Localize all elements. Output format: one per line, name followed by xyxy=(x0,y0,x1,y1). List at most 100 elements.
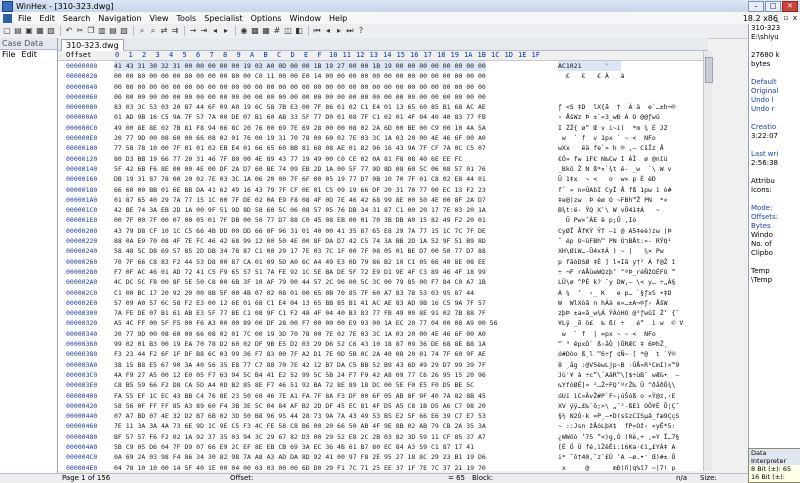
print-icon[interactable]: ▦ xyxy=(35,26,45,36)
paste-icon[interactable]: ▥ xyxy=(97,26,107,36)
hex-editor-view[interactable]: Offset 0 1 2 3 4 5 6 7 8 9 A B C D E F 10 11 12 13 14 15 16 17 1… xyxy=(58,51,708,471)
row-hex-bytes[interactable]: C8 B5 59 66 F2 D8 CA 5D A4 0D B2 85 8E F… xyxy=(114,380,474,390)
hex-row[interactable]: 00000020 00 00 80 00 00 00 80 00 00 00 80… xyxy=(58,71,708,81)
copy-icon[interactable]: ❐ xyxy=(86,26,96,36)
menu-tools[interactable]: Tools xyxy=(173,14,201,23)
row-hex-bytes[interactable]: 43 79 D8 CF 10 1C C5 66 4B DD 00 DD 66 0… xyxy=(114,226,486,236)
first-icon[interactable]: ⏮ xyxy=(312,26,322,36)
hex-row[interactable]: 00000380 F3 23 44 F2 6F 1F DF B8 6C 03 99… xyxy=(58,349,708,359)
row-hex-bytes[interactable]: 58 56 0F FF FF 85 A3 89 60 F4 3B 3E 5C 0… xyxy=(114,401,486,411)
new-file-icon[interactable]: ▢ xyxy=(2,26,12,36)
row-hex-bytes[interactable]: 66 60 00 BB 01 6E BB DA 41 62 49 16 43 7… xyxy=(114,185,486,195)
row-text[interactable]: CyØÏ ÅfKÝ Ýf –1 @ A5‡eè)zw |Þ xyxy=(558,226,672,236)
edit-block-icon[interactable]: ▨ xyxy=(119,26,129,36)
row-hex-bytes[interactable]: BF 57 57 F6 F2 02 1A 92 37 35 03 94 3C 2… xyxy=(114,432,486,442)
hex-row[interactable]: 00000400 FA 55 EF 1C EC 43 BB C4 76 8E 23… xyxy=(58,391,708,401)
hex-row[interactable]: 00000000 41 43 31 30 32 31 00 00 00 00 00… xyxy=(58,61,708,71)
hex-row[interactable]: 000002C0 C1 00 BC 17 20 92 20 00 8B 5F 00… xyxy=(58,288,708,298)
hex-row[interactable]: 000002E0 57 09 A0 57 6C 58 F2 E3 00 12 6E… xyxy=(58,298,708,308)
row-hex-bytes[interactable]: 7A FE DE 07 B1 61 AB E3 5F 77 BE C1 08 9… xyxy=(114,308,486,318)
hex-row[interactable]: 00000220 88 0A E9 70 08 4F 7E FC 46 42 68… xyxy=(58,236,708,246)
open-ram-icon[interactable]: ▩ xyxy=(250,26,260,36)
row-text[interactable]: ­› ÅšWz Þ ±`«3_wÐ Á O @@ƒwû xyxy=(558,112,660,122)
row-hex-bytes[interactable]: 20 77 9D 00 08 60 00 66 08 02 01 7C 00 1… xyxy=(114,329,486,339)
case-menu-file[interactable]: File xyxy=(2,50,15,60)
mdi-minimize-icon[interactable]: _ xyxy=(773,14,781,22)
hex-row[interactable]: 00000100 77 58 78 10 00 7F 01 01 02 EB E4… xyxy=(58,143,708,153)
hex-row[interactable]: 00000240 58 48 5C D8 69 57 85 2D DB 34 78… xyxy=(58,246,708,256)
row-text[interactable]: úUï ìC»ÄvŽ#P`F~¡úŠóß o «Ÿ@z‚‹E xyxy=(558,391,675,401)
row-text[interactable]: Û 1‡x ~ < o w× p È èD xyxy=(558,174,656,184)
goto-offset-icon[interactable]: → xyxy=(188,26,198,36)
row-text[interactable]: €Ó» fw 1F€ N‰Cw I ÀÎ ø @nîü xyxy=(558,154,668,164)
undo-icon[interactable]: ↶ xyxy=(64,26,74,36)
hex-row[interactable]: 00000180 66 60 00 BB 01 6E BB DA 41 62 49… xyxy=(58,185,708,195)
row-text[interactable]: f` » n»ÚAbI CyÏ Å fß 1pw ì ò# xyxy=(558,185,672,195)
hex-row[interactable]: 00000320 A5 4C FF 00 5F F5 00 F6 A3 00 00… xyxy=(58,318,708,328)
row-text[interactable]: ‡e@)zw Þ éø O ~FBh™Ž PN *× xyxy=(558,195,668,205)
row-text[interactable]: p fȃòDSØ ‡Ê ] l¤Iã y†² Á f@Ž î xyxy=(558,257,675,267)
row-hex-bytes[interactable]: 41 43 31 30 32 31 00 00 00 00 00 19 03 A… xyxy=(114,61,486,71)
find-next-icon[interactable]: ⇉ xyxy=(170,26,180,36)
row-text[interactable]: XH\ØiW…-Û4x‡Á ) ~ | ¾× Pw׈ xyxy=(558,246,664,256)
close-icon[interactable]: ✕ xyxy=(782,1,798,12)
hex-row[interactable]: 000004C0 0A 69 2A 03 98 F4 86 34 30 82 98… xyxy=(58,452,708,462)
row-text[interactable]: LÜ\ø ^PÈ k? ¯y DW,– \< y… ÷„À§ xyxy=(558,277,675,287)
hex-row[interactable]: 00000440 07 A7 BD 07 4E 32 D2 B7 6B 02 3D… xyxy=(58,411,708,421)
row-text[interactable]: §½ N2Ò·k =P¸–•D(sšzCISµâ_fæ9ÇçS xyxy=(558,411,679,421)
row-hex-bytes[interactable]: 01 87 65 40 29 7A 77 15 1C 00 7F DE 02 0… xyxy=(114,195,486,205)
properties-icon[interactable]: ▧ xyxy=(46,26,56,36)
row-hex-bytes[interactable]: 70 7F 66 C8 83 F2 44 53 D8 00 87 CA 01 0… xyxy=(114,257,486,267)
hex-row[interactable]: 00000280 F7 0F AC 46 01 AD 72 41 C5 F9 65… xyxy=(58,267,708,277)
row-hex-bytes[interactable]: FA 55 EF 1C EC 43 BB C4 76 8E 23 50 60 4… xyxy=(114,391,486,401)
hex-row[interactable]: 000004A0 5B C9 05 D6 04 7F D9 07 66 E9 2C… xyxy=(58,442,708,452)
hash-icon[interactable]: # xyxy=(272,26,282,36)
hex-rows[interactable]: 00000000 41 43 31 30 32 31 00 00 00 00 00… xyxy=(58,61,708,471)
row-text[interactable]: B¾t:ë- ŸQ X`\ W vÛ41‡Á ~ xyxy=(558,205,668,215)
row-hex-bytes[interactable]: 49 00 8E 8E 02 7B 81 F8 94 06 8C 20 76 0… xyxy=(114,123,486,133)
hex-row[interactable]: 00000340 20 77 9D 00 08 60 00 66 08 02 01… xyxy=(58,329,708,339)
row-text[interactable]: XV ÿÿ…£‰`ô;>\ „¯²-ßEì OÕ¥È Õ¦Ç˜ xyxy=(558,401,683,411)
compare-icon[interactable]: ◧ xyxy=(294,26,304,36)
row-text[interactable]: AC1021 ' xyxy=(558,61,621,71)
prev-icon[interactable]: ◂ xyxy=(323,26,333,36)
row-hex-bytes[interactable]: 04 78 10 10 00 14 5F 40 1E 00 04 00 03 0… xyxy=(114,463,486,471)
row-hex-bytes[interactable]: 7E 11 3A 3A 4A 73 6E 9D 1C 9E C5 F3 4C F… xyxy=(114,421,486,431)
hex-row[interactable]: 000004E0 04 78 10 10 00 14 5F 40 1E 00 04… xyxy=(58,463,708,471)
row-hex-bytes[interactable]: 01 AD 9B 16 C5 9A 7F 57 7A 00 DE 07 B1 6… xyxy=(114,112,486,122)
row-hex-bytes[interactable]: 4A F9 27 A5 00 12 E0 05 F7 63 94 5C B4 4… xyxy=(114,370,486,380)
row-hex-bytes[interactable]: 77 58 78 10 00 7F 01 01 02 EB E4 01 66 6… xyxy=(114,143,486,153)
row-text[interactable]: W WlXòã n hÁä e»…±A¬®ƒ­› ÅšW xyxy=(558,298,668,308)
menu-specialist[interactable]: Specialist xyxy=(200,14,246,23)
row-hex-bytes[interactable]: 07 A7 BD 07 4E 32 D2 B7 6B 02 3D 50 B8 9… xyxy=(114,411,486,421)
row-text[interactable]: Á ¼ ’ ‹_ K e p… `§ƒxS •‡D xyxy=(558,288,672,298)
hex-row[interactable]: 00000160 DB 19 31 87 78 00 20 02 7E 03 3C… xyxy=(58,174,708,184)
back-icon[interactable]: ◂ xyxy=(210,26,220,36)
hex-row[interactable]: 00000360 99 02 01 B3 00 19 EA 70 78 D2 60… xyxy=(58,339,708,349)
row-hex-bytes[interactable]: F7 0F AC 46 01 AD 72 41 C5 F9 65 57 51 7… xyxy=(114,267,486,277)
hex-row[interactable]: 00000460 7E 11 3A 3A 4A 73 6E 9D 1C 9E C5… xyxy=(58,421,708,431)
hex-row[interactable]: 000002A0 4C DC 5C F8 00 8F 5E 50 C8 00 6B… xyxy=(58,277,708,287)
row-hex-bytes[interactable]: 38 15 B8 E5 67 90 3A 40 56 35 E8 77 C7 8… xyxy=(114,360,486,370)
paste-special-icon[interactable]: ▤ xyxy=(108,26,118,36)
row-text[interactable]: x _@ mÐ)ñ|q%î7 ~|7! p xyxy=(558,463,675,471)
row-hex-bytes[interactable]: 83 03 3C 53 03 20 87 44 6F 09 A0 19 6C 5… xyxy=(114,102,486,112)
row-text[interactable]: ¿WWöò ’75 ”<)g‚Ó )Rè,+ ‚=Y Ï…7§ xyxy=(558,432,679,442)
minimize-icon[interactable]: – xyxy=(748,1,764,12)
hex-row[interactable]: 00000040 00 00 00 00 00 00 00 00 00 00 00… xyxy=(58,82,708,92)
row-hex-bytes[interactable]: 88 0A E9 70 08 4F 7E FC 46 42 68 99 12 0… xyxy=(114,236,486,246)
hex-row[interactable]: 00000420 58 56 0F FF FF 85 A3 89 60 F4 3B… xyxy=(58,401,708,411)
hex-row[interactable]: 000000C0 49 00 8E 8E 02 7B 81 F8 94 06 8C… xyxy=(58,123,708,133)
hex-row[interactable]: 000003E0 C8 B5 59 66 F2 D8 CA 5D A4 0D B2… xyxy=(58,380,708,390)
row-text[interactable]: _Bkö Ž N ß*×`¾t ë- _w `\ W v xyxy=(558,164,672,174)
hex-row[interactable]: 00000300 7A FE DE 07 B1 61 AB E3 5F 77 BE… xyxy=(58,308,708,318)
row-text[interactable]: ÷ ¬F ­rAÅùeWQzþ’ ^ºÞ_réÑžOÉFO ™ xyxy=(558,267,675,277)
row-hex-bytes[interactable]: F3 23 44 F2 6F 1F DF B8 6C 03 99 36 F7 8… xyxy=(114,349,486,359)
row-text[interactable]: ¥Lÿ _õ ö£ ‰ ß( ÷ é“ ì w © V xyxy=(558,318,683,328)
row-text[interactable]: I ŽŽ{ ø” Œ v i~i( *m ¾ É JZ xyxy=(558,123,668,133)
row-hex-bytes[interactable]: 20 77 9D 00 08 60 00 66 08 02 01 76 00 1… xyxy=(114,133,486,143)
scrollbar-thumb[interactable] xyxy=(705,57,713,83)
row-text[interactable]: ˆ ép O~üFBh™ PN ÚרBÅt:»- RŸQ¹ xyxy=(558,236,671,246)
cut-icon[interactable]: ✂ xyxy=(75,26,85,36)
row-text[interactable]: 8 ¸åg :@V5èwLjp~B ·ÚÅ»R¹CmI)×™9 xyxy=(558,360,679,370)
